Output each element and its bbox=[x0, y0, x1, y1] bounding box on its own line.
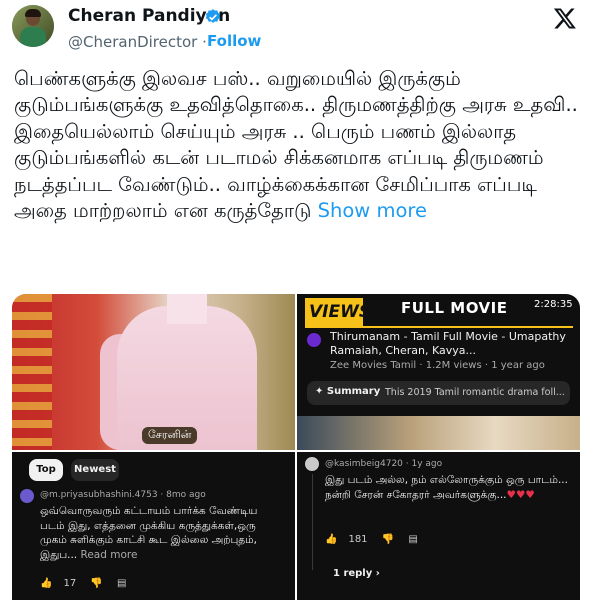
author-handle[interactable]: @CheranDirector · bbox=[68, 33, 207, 51]
banner-underline bbox=[305, 326, 573, 328]
avatar-hair bbox=[25, 9, 41, 17]
image1-flower-garland bbox=[12, 294, 52, 450]
dislike-icon: 👎 bbox=[381, 534, 395, 545]
tab-newest: Newest bbox=[71, 459, 119, 481]
view-replies: 1 reply › bbox=[333, 568, 380, 579]
reply-icon: ▤ bbox=[117, 578, 127, 589]
summary-label: ✦ Summary bbox=[315, 386, 381, 397]
verified-badge-icon bbox=[205, 9, 221, 23]
show-more-link[interactable]: Show more bbox=[318, 199, 427, 222]
comment-user: @m.priyasubhashini.4753 · 8mo ago bbox=[40, 490, 206, 500]
media-image-3[interactable]: Top Newest @m.priyasubhashini.4753 · 8mo… bbox=[12, 452, 295, 600]
comment-text: இது படம் அல்ல, நம் எல்லோருக்கும் ஒரு பாட… bbox=[325, 473, 570, 502]
comment-text: ஒவ்வொருவரும் கட்டாயம் பார்க்க வேண்டிய பட… bbox=[40, 504, 280, 562]
commenter-avatar bbox=[305, 457, 319, 471]
media-grid: சேரனின் VIEWS FULL MOVIE 2:28:35 Thiruma… bbox=[12, 294, 580, 600]
avatar-body bbox=[20, 27, 46, 47]
full-movie-banner: FULL MOVIE bbox=[401, 299, 508, 317]
commenter-avatar bbox=[20, 489, 34, 503]
comment-body: ஒவ்வொருவரும் கட்டாயம் பார்க்க வேண்டிய பட… bbox=[40, 505, 258, 561]
x-logo-icon[interactable] bbox=[553, 6, 577, 30]
comment-actions: 👍 17 👎 ▤ bbox=[40, 578, 137, 589]
tweet-body: பெண்களுக்கு இலவச பஸ்.. வறுமையில் இருக்கு… bbox=[14, 67, 578, 223]
follow-button[interactable]: Follow bbox=[207, 32, 261, 50]
handle-text: @CheranDirector bbox=[68, 33, 198, 51]
tweet-header: Cheran Pandiyan @CheranDirector · Follow bbox=[0, 0, 599, 60]
like-count: 181 bbox=[348, 534, 368, 545]
media-image-1[interactable]: சேரனின் bbox=[12, 294, 295, 450]
channel-avatar-icon bbox=[307, 333, 321, 347]
hearts-emoji: ♥♥♥ bbox=[506, 488, 535, 501]
replies-count: 1 reply bbox=[333, 568, 373, 579]
video-thumbnail-strip bbox=[297, 416, 580, 450]
video-duration: 2:28:35 bbox=[534, 299, 573, 310]
tab-top: Top bbox=[29, 459, 63, 481]
like-icon: 👍 bbox=[40, 578, 53, 589]
views-badge: VIEWS bbox=[305, 298, 371, 326]
dislike-icon: 👎 bbox=[90, 578, 103, 589]
media-image-2[interactable]: VIEWS FULL MOVIE 2:28:35 Thirumanam - Ta… bbox=[297, 294, 580, 450]
comment-actions: 👍 181 👎 ▤ bbox=[325, 534, 429, 545]
video-meta: Zee Movies Tamil · 1.2M views · 1 year a… bbox=[330, 360, 545, 371]
reply-thread-line bbox=[312, 474, 313, 570]
reply-icon: ▤ bbox=[408, 534, 418, 545]
video-title: Thirumanam - Tamil Full Movie - Umapathy… bbox=[330, 330, 566, 357]
video-summary: ✦ Summary This 2019 Tamil romantic drama… bbox=[307, 381, 570, 405]
image1-caption: சேரனின் bbox=[142, 427, 198, 444]
read-more-link: Read more bbox=[80, 548, 138, 561]
image1-collar bbox=[167, 294, 207, 324]
comment-user: @kasimbeig4720 · 1y ago bbox=[325, 459, 443, 469]
views-badge-text: VIEWS bbox=[309, 302, 372, 322]
like-icon: 👍 bbox=[325, 534, 338, 545]
summary-text: This 2019 Tamil romantic drama foll... bbox=[385, 387, 565, 398]
summary-label-text: Summary bbox=[326, 386, 381, 397]
author-avatar[interactable] bbox=[12, 5, 54, 47]
media-image-4[interactable]: @kasimbeig4720 · 1y ago இது படம் அல்ல, ந… bbox=[297, 452, 580, 600]
like-count: 17 bbox=[63, 578, 77, 589]
tweet-text: பெண்களுக்கு இலவச பஸ்.. வறுமையில் இருக்கு… bbox=[14, 66, 594, 224]
